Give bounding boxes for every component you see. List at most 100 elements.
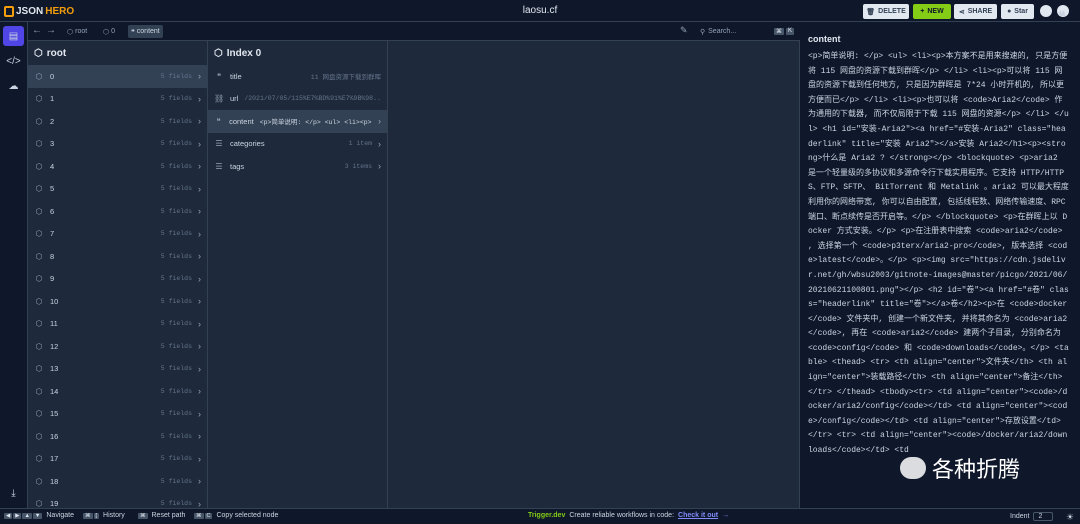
list-item[interactable]: ❝ content <p>简单说明: </p> <ul> <li><p>... › <box>208 110 387 133</box>
key: ◀ <box>4 512 13 519</box>
check-it-out-link[interactable]: Check it out <box>678 512 718 519</box>
list-item[interactable]: ⬡ 9 5 fields › <box>28 268 207 291</box>
columns-view-icon[interactable]: ▤ <box>3 26 24 46</box>
panel-content[interactable]: <p>简单说明: </p> <ul> <li><p>本方案不是用来搜速的, 只是… <box>808 50 1070 459</box>
list-item[interactable]: ⬡ 0 5 fields › <box>28 65 207 88</box>
shortcut-key: K <box>785 28 794 35</box>
key: ⌘ <box>83 512 93 519</box>
item-value: 5 fields <box>160 275 192 283</box>
item-value: 1 item <box>348 140 372 148</box>
root-column: ⬡ root ⬡ 0 5 fields › ⬡ 1 5 fields › ⬡ 2 5 fields › ⬡… <box>28 41 208 508</box>
navigate-label: Navigate <box>46 512 75 519</box>
list-item[interactable]: ⬡ 19 5 fields › <box>28 493 207 508</box>
star-label: Star <box>1014 8 1028 15</box>
item-value: 5 fields <box>160 387 192 395</box>
chevron-right-icon: › <box>198 273 201 284</box>
forward-arrow-icon[interactable]: → <box>46 25 56 36</box>
item-value: 5 fields <box>160 410 192 418</box>
item-value: 5 fields <box>160 95 192 103</box>
item-value: 5 fields <box>160 252 192 260</box>
navigate-keys: ◀ ▶ ▲ ▼ <box>4 512 43 519</box>
list-item[interactable]: ❝ title 11 网盘资源下载到群晖 <box>208 65 387 88</box>
indent-input[interactable]: 2 <box>1033 512 1054 521</box>
plus-icon: + <box>920 8 925 15</box>
arrow-right-icon: → <box>722 512 730 519</box>
list-item[interactable]: ⬡ 3 5 fields › <box>28 133 207 156</box>
list-item[interactable]: ⬡ 18 5 fields › <box>28 470 207 493</box>
chevron-right-icon: › <box>198 476 201 487</box>
list-item[interactable]: ⬡ 14 5 fields › <box>28 380 207 403</box>
list-item[interactable]: ☰ categories 1 item › <box>208 133 387 156</box>
reset-keys: ⌘ <box>138 512 148 519</box>
status-bar: ◀ ▶ ▲ ▼ Navigate ⌘[ History ⌘ Reset path ⌘ C… <box>0 508 1080 524</box>
list-item[interactable]: ⬡ 12 5 fields › <box>28 335 207 358</box>
download-icon[interactable]: ⤓ <box>3 483 24 503</box>
list-item[interactable]: ⬡ 2 5 fields › <box>28 110 207 133</box>
item-key: 16 <box>50 431 59 441</box>
list-item[interactable]: ☰ tags 3 items › <box>208 155 387 178</box>
item-key: 8 <box>50 251 55 261</box>
list-item[interactable]: ⬡ 17 5 fields › <box>28 448 207 471</box>
cloud-upload-icon[interactable]: ☁ <box>3 76 24 96</box>
list-item[interactable]: ⬡ 1 5 fields › <box>28 88 207 111</box>
item-key: 14 <box>50 386 59 396</box>
object-icon: ⬡ <box>35 319 43 329</box>
theme-toggle-icon[interactable]: ☀ <box>1066 512 1074 523</box>
breadcrumb-content[interactable]: ❝ content <box>128 25 163 38</box>
history-label: History <box>103 512 125 519</box>
list-item[interactable]: ⛓ url/2021/07/05/115%E7%BD%91%E7%9B%98... <box>208 88 387 111</box>
discord-icon[interactable] <box>1040 5 1052 17</box>
item-value: 5 fields <box>160 320 192 328</box>
list-item[interactable]: ⬡ 8 5 fields › <box>28 245 207 268</box>
back-arrow-icon[interactable]: ← <box>32 25 42 36</box>
item-value: /2021/07/05/115%E7%BD%91%E7%9B%98... <box>244 95 381 103</box>
shortcut-key: ⌘ <box>773 28 784 35</box>
indent-label: Indent <box>1010 513 1030 520</box>
item-value: 5 fields <box>160 140 192 148</box>
breadcrumb-label: root <box>75 28 88 35</box>
search-icon: ⚲ <box>700 28 706 36</box>
item-value: 5 fields <box>160 230 192 238</box>
item-key: tags <box>230 161 245 171</box>
chevron-right-icon: › <box>198 116 201 127</box>
left-rail: ▤ </> ☁ ⤓ <box>0 22 28 508</box>
chevron-right-icon: › <box>198 363 201 374</box>
chevron-right-icon: › <box>198 206 201 217</box>
item-key: content <box>229 116 254 126</box>
trigger-logo[interactable]: Trigger.dev <box>528 512 565 519</box>
list-item[interactable]: ⬡ 7 5 fields › <box>28 223 207 246</box>
search-input[interactable]: ⚲ Search... ⌘ K <box>697 24 797 39</box>
copy-label: Copy selected node <box>216 512 279 519</box>
code-view-icon[interactable]: </> <box>3 51 24 71</box>
delete-button[interactable]: 🗑 DELETE <box>863 4 909 19</box>
search-placeholder: Search... <box>708 28 737 35</box>
list-item[interactable]: ⬡ 6 5 fields › <box>28 200 207 223</box>
object-icon: ⬡ <box>35 296 43 306</box>
chevron-right-icon: › <box>198 228 201 239</box>
list-item[interactable]: ⬡ 10 5 fields › <box>28 290 207 313</box>
list-item[interactable]: ⬡ 11 5 fields › <box>28 313 207 336</box>
item-value: 5 fields <box>160 207 192 215</box>
list-item[interactable]: ⬡ 5 5 fields › <box>28 178 207 201</box>
edit-icon[interactable]: ✎ <box>680 25 688 36</box>
link-icon: ⛓ <box>214 94 225 104</box>
github-star-button[interactable]: ● Star <box>1001 4 1034 19</box>
list-item[interactable]: ⬡ 13 5 fields › <box>28 358 207 381</box>
chevron-right-icon: › <box>198 408 201 419</box>
item-key: 13 <box>50 364 59 374</box>
new-button[interactable]: + NEW <box>913 4 951 19</box>
object-icon: ⬡ <box>35 184 43 194</box>
item-value: 5 fields <box>160 500 192 508</box>
item-key: categories <box>230 139 265 149</box>
share-button[interactable]: ⋖ SHARE <box>954 4 997 19</box>
list-item[interactable]: ⬡ 15 5 fields › <box>28 403 207 426</box>
item-key: 1 <box>50 94 55 104</box>
item-key: 11 <box>50 319 58 329</box>
list-item[interactable]: ⬡ 4 5 fields › <box>28 155 207 178</box>
breadcrumb-root[interactable]: ⬡ root <box>64 25 90 38</box>
column-title: root <box>46 47 67 59</box>
key: ▶ <box>13 512 22 519</box>
breadcrumb-index[interactable]: ⬡ 0 <box>100 25 118 38</box>
item-key: url <box>230 94 239 104</box>
list-item[interactable]: ⬡ 16 5 fields › <box>28 425 207 448</box>
